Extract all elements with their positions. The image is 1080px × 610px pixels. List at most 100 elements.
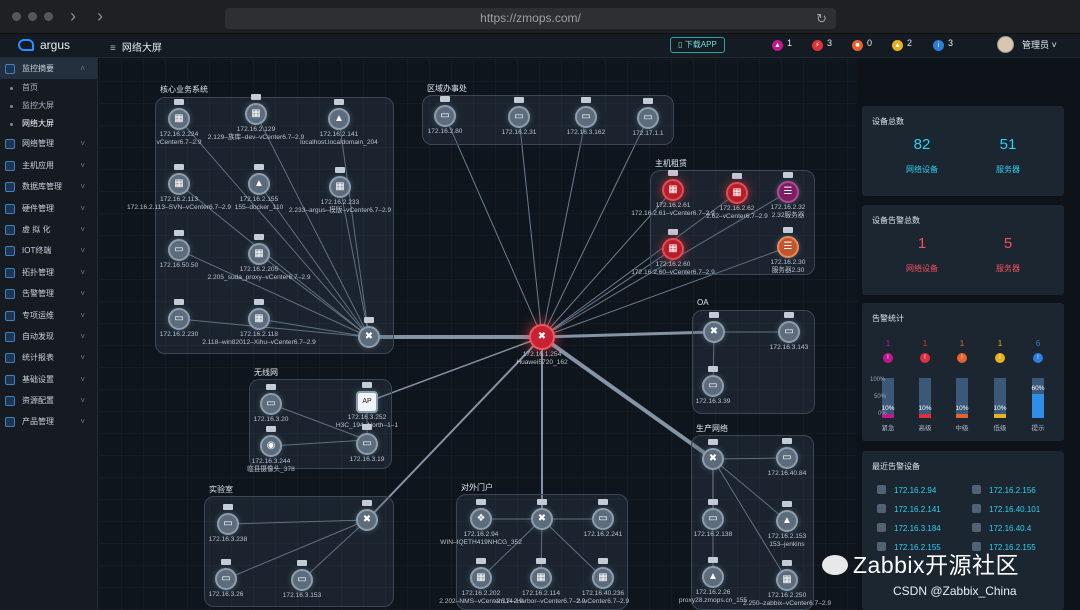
storage-icon: ☰ bbox=[777, 181, 799, 203]
alarm-bar-track[interactable] bbox=[956, 378, 968, 418]
node-label: 172.16.40.236 2–vCenter6.7–2.9 bbox=[576, 590, 630, 605]
recent-alarm-item[interactable]: 172.16.2.156 bbox=[972, 485, 1036, 495]
chevron-down-icon: ˅ bbox=[80, 267, 85, 277]
node-label: 172.16.3.39 bbox=[695, 398, 731, 405]
recent-alarm-ip: 172.16.2.94 bbox=[894, 486, 937, 495]
forward-arrow-icon[interactable]: › bbox=[97, 6, 103, 27]
sidebar-item-host[interactable]: 主机应用 ˅ bbox=[0, 155, 97, 176]
network-alarm-count[interactable]: 1 bbox=[892, 235, 952, 252]
app-logo[interactable]: argus bbox=[18, 38, 70, 52]
recent-alarm-item[interactable]: 172.16.2.94 bbox=[877, 485, 936, 495]
sidebar-item-settings[interactable]: 基础设置 ˅ bbox=[0, 369, 97, 390]
storage-icon: ☰ bbox=[777, 236, 799, 258]
recent-alarm-ip: 172.16.2.141 bbox=[894, 505, 941, 514]
recent-alarm-item[interactable]: 172.16.3.184 bbox=[877, 523, 941, 533]
node-label: 172.16.2.118 2.118–win82012–Xihu–vCenter6… bbox=[202, 331, 316, 346]
group-title: 主机租赁 bbox=[655, 159, 687, 168]
sidebar-item-network[interactable]: 网络管理 ˅ bbox=[0, 133, 97, 154]
status-tag bbox=[514, 97, 524, 103]
status-tag bbox=[782, 560, 792, 566]
recent-alarm-item[interactable]: 172.16.40.4 bbox=[972, 523, 1031, 533]
monitor-icon: ▭ bbox=[434, 105, 456, 127]
report-icon bbox=[5, 353, 15, 364]
server-count[interactable]: 51 bbox=[978, 136, 1038, 153]
alert-alarm[interactable]: ■ 0 bbox=[852, 38, 872, 51]
sidebar-subitem-network-screen[interactable]: 网络大屏 bbox=[0, 115, 97, 133]
status-tag bbox=[334, 99, 344, 105]
sidebar-item-reports[interactable]: 统计报表 ˅ bbox=[0, 347, 97, 368]
y-tick-label: 50% bbox=[874, 394, 887, 400]
alarm-bar-track[interactable] bbox=[1032, 378, 1044, 418]
sidebar-item-topology[interactable]: 拓扑管理 ˅ bbox=[0, 262, 97, 283]
sidebar-item-iot[interactable]: IOT终端 ˅ bbox=[0, 240, 97, 261]
topology-canvas[interactable]: 核心业务系统 区域办事处 主机租赁 OA 无线网 实验室 对外门户 生产网络 ▦… bbox=[99, 59, 857, 610]
sidebar-item-special-ops[interactable]: 专项运维 ˅ bbox=[0, 305, 97, 326]
alert-bolt[interactable]: ⚡ 3 bbox=[812, 38, 832, 51]
node-label: 172.16.3.153 bbox=[282, 592, 322, 599]
status-tag bbox=[364, 317, 374, 323]
window-minimize-button[interactable] bbox=[28, 12, 37, 21]
window-close-button[interactable] bbox=[12, 12, 21, 21]
sidebar-item-discovery[interactable]: 自动发现 ˅ bbox=[0, 326, 97, 347]
sidebar: 监控摘要 ˄ 首页 监控大屏 网络大屏 网络管理 ˅ 主机应用 ˅ 数据库管理 ˅ 硬件… bbox=[0, 58, 98, 610]
alarm-level-icon: ! bbox=[957, 353, 967, 363]
chevron-down-icon: ˅ bbox=[1051, 40, 1057, 50]
sidebar-subitem-monitor-screen[interactable]: 监控大屏 bbox=[0, 97, 97, 115]
status-tag bbox=[783, 172, 793, 178]
alert-fire[interactable]: ▲ 1 bbox=[772, 38, 792, 51]
monitor-icon: ▭ bbox=[260, 393, 282, 415]
chevron-down-icon: ˅ bbox=[80, 224, 85, 234]
sidebar-item-label: 网络管理 bbox=[22, 139, 54, 149]
sidebar-item-database[interactable]: 数据库管理 ˅ bbox=[0, 176, 97, 197]
status-tag bbox=[297, 560, 307, 566]
chevron-up-icon: ˄ bbox=[80, 64, 85, 73]
sidebar-item-monitor-summary[interactable]: 监控摘要 ˄ bbox=[0, 58, 97, 80]
status-tag bbox=[598, 558, 608, 564]
virtualization-icon bbox=[5, 224, 15, 235]
recent-alarm-item[interactable]: 172.16.40.101 bbox=[972, 504, 1040, 514]
alert-info[interactable]: i3 bbox=[933, 38, 953, 51]
recent-alarm-item[interactable]: 172.16.2.141 bbox=[877, 504, 941, 514]
group-title: 无线网 bbox=[254, 368, 278, 377]
sidebar-item-resources[interactable]: 资源配置 ˅ bbox=[0, 390, 97, 411]
sidebar-item-products[interactable]: 产品管理 ˅ bbox=[0, 411, 97, 432]
chevron-down-icon: ˅ bbox=[80, 160, 85, 170]
sidebar-subitem-home[interactable]: 首页 bbox=[0, 79, 97, 97]
node-label: 172.16.2.233 2.233–argus–模版–vCenter6.7–2.… bbox=[288, 199, 392, 214]
link-line bbox=[541, 330, 715, 339]
device-icon bbox=[877, 523, 886, 532]
chevron-down-icon: ˅ bbox=[80, 182, 85, 192]
server-alarm-count[interactable]: 5 bbox=[978, 235, 1038, 252]
status-tag bbox=[537, 499, 547, 505]
menu-toggle-icon[interactable]: ≡ bbox=[110, 43, 116, 54]
alert-count: 3 bbox=[948, 38, 954, 48]
user-menu[interactable]: 管理员 ˅ bbox=[997, 36, 1057, 53]
reload-icon[interactable]: ↻ bbox=[816, 8, 827, 29]
alarm-bar-track[interactable] bbox=[919, 378, 931, 418]
download-app-button[interactable]: ▯ 下载APP bbox=[670, 37, 725, 53]
status-tag bbox=[174, 164, 184, 170]
status-tag bbox=[668, 170, 678, 176]
alarm-bar-track[interactable] bbox=[994, 378, 1006, 418]
server-icon: ▦ bbox=[530, 567, 552, 589]
sidebar-item-label: 虚 拟 化 bbox=[22, 224, 51, 234]
alarm-level-count: 1 bbox=[885, 339, 891, 348]
status-tag bbox=[362, 382, 372, 388]
alarm-level-icon: ! bbox=[920, 353, 930, 363]
sidebar-item-label: 告警管理 bbox=[22, 289, 54, 299]
alert-warning[interactable]: ▲ 2 bbox=[892, 38, 912, 51]
chevron-down-icon: ˅ bbox=[80, 246, 85, 256]
status-tag bbox=[221, 559, 231, 565]
window-maximize-button[interactable] bbox=[44, 12, 53, 21]
sidebar-item-virtualization[interactable]: 虚 拟 化 ˅ bbox=[0, 219, 97, 240]
iot-icon bbox=[5, 246, 15, 257]
network-device-count[interactable]: 82 bbox=[892, 136, 952, 153]
phone-icon: ▯ bbox=[678, 40, 683, 49]
back-arrow-icon[interactable]: › bbox=[70, 6, 76, 27]
status-tag bbox=[174, 299, 184, 305]
sidebar-item-hardware[interactable]: 硬件管理 ˅ bbox=[0, 198, 97, 219]
sidebar-item-alerts[interactable]: 告警管理 ˅ bbox=[0, 283, 97, 304]
address-bar[interactable]: https://zmops.com/ ↻ bbox=[225, 8, 836, 29]
status-tag bbox=[266, 384, 276, 390]
node-label: Huawei5720_162 bbox=[516, 359, 568, 366]
